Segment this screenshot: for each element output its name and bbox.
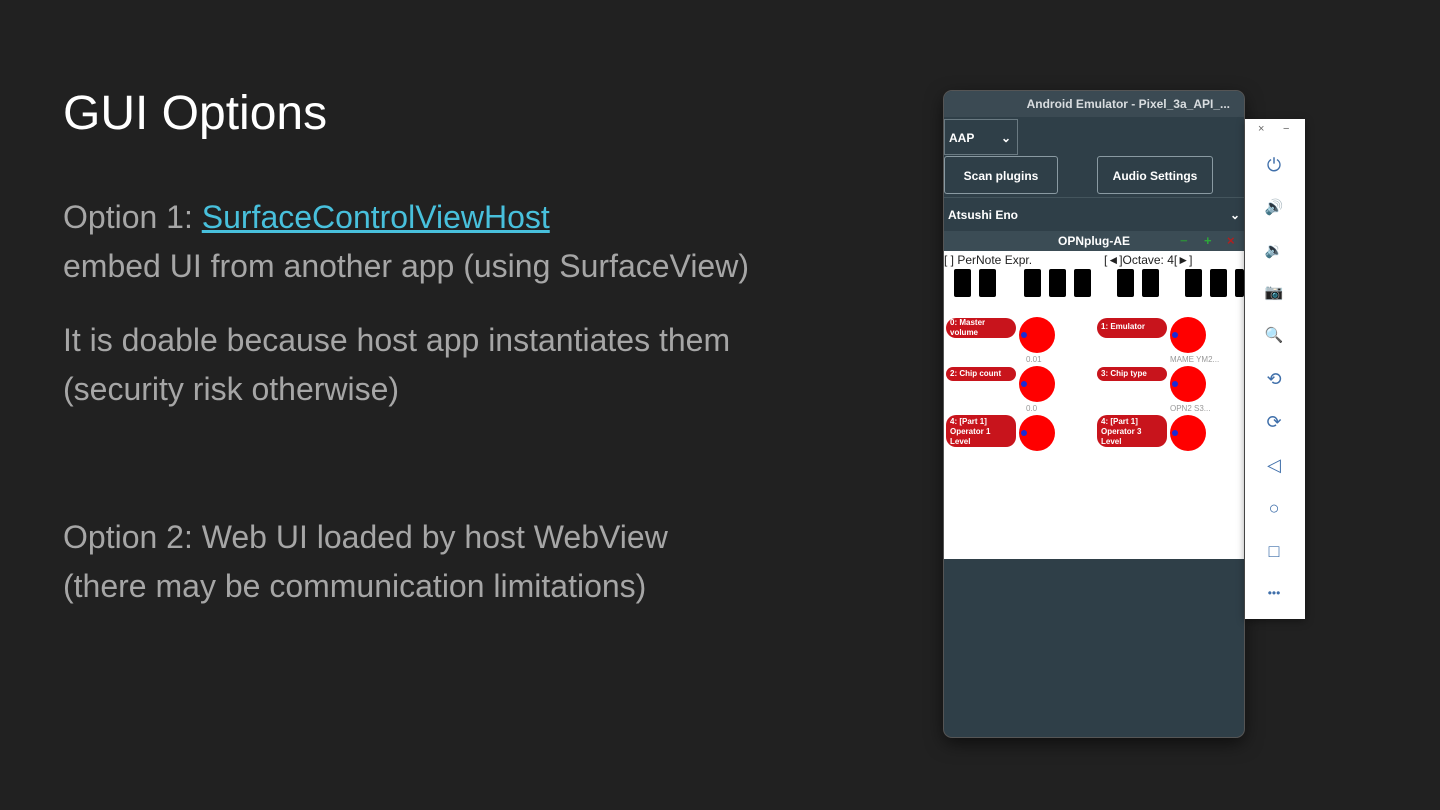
param-label: 2: Chip count (946, 367, 1016, 381)
surfacecontrolviewhost-link[interactable]: SurfaceControlViewHost (202, 199, 550, 235)
param-label: 1: Emulator (1097, 318, 1167, 338)
volume-down-icon[interactable]: 🔉 (1261, 238, 1287, 264)
rotate-right-icon[interactable]: ⟳ (1261, 409, 1287, 435)
scan-plugins-button[interactable]: Scan plugins (944, 156, 1058, 194)
param-label: 4: [Part 1] Operator 3 Level (1097, 415, 1167, 447)
per-note-expr-toggle[interactable]: [ ] PerNote Expr. (944, 253, 1032, 267)
plugin-selector-dropdown[interactable]: Atsushi Eno ⌄ (944, 197, 1244, 231)
more-icon[interactable]: ••• (1261, 580, 1287, 606)
toolbar-close-button[interactable]: × (1258, 123, 1264, 135)
option1-block: Option 1: SurfaceControlViewHost embed U… (63, 193, 749, 291)
doable-line1: It is doable because host app instantiat… (63, 322, 731, 358)
octave-selector[interactable]: [◄]Octave: 4[►] (1104, 253, 1192, 267)
toolbar-minimize-button[interactable]: − (1283, 123, 1289, 135)
knob-indicator (1021, 381, 1027, 387)
emulator-window: Android Emulator - Pixel_3a_API_... AAP … (944, 91, 1244, 737)
param-value: OPN2 S3... (1170, 404, 1211, 413)
rotate-left-icon[interactable]: ⟲ (1261, 366, 1287, 392)
param-value: MAME YM2... (1170, 355, 1220, 364)
zoom-icon[interactable]: 🔍 (1261, 323, 1287, 349)
param-label: 0: Master volume (946, 318, 1016, 338)
slide-title: GUI Options (63, 87, 328, 140)
piano-key[interactable] (1049, 269, 1066, 297)
camera-icon[interactable]: 📷 (1261, 280, 1287, 306)
knob-indicator (1021, 430, 1027, 436)
piano-key[interactable] (1142, 269, 1159, 297)
option1-prefix: Option 1: (63, 199, 202, 235)
audio-settings-button[interactable]: Audio Settings (1097, 156, 1213, 194)
plus-button[interactable]: + (1204, 231, 1212, 251)
plugin-header: OPNplug-AE − + × (944, 231, 1244, 251)
option2-block: Option 2: Web UI loaded by host WebView … (63, 513, 668, 611)
doable-block: It is doable because host app instantiat… (63, 316, 730, 414)
param-knob[interactable] (1019, 366, 1055, 402)
plugin-selector-value: Atsushi Eno (948, 208, 1019, 222)
emulator-title: Android Emulator - Pixel_3a_API_... (944, 91, 1244, 117)
piano-key[interactable] (1024, 269, 1041, 297)
chevron-down-icon: ⌄ (1229, 208, 1240, 222)
plugin-ui-area: [ ] PerNote Expr. [◄]Octave: 4[►] 0: Mas… (944, 251, 1244, 559)
host-selector-dropdown[interactable]: AAP ⌄ (944, 119, 1018, 155)
knob-indicator (1172, 430, 1178, 436)
piano-key[interactable] (1117, 269, 1134, 297)
emulator-toolbar: × − ⏻ 🔊 🔉 📷 🔍 ⟲ ⟳ ◁ ○ □ ••• (1245, 119, 1305, 619)
overview-icon[interactable]: □ (1261, 538, 1287, 564)
param-knob[interactable] (1170, 366, 1206, 402)
param-value: 0.01 (1026, 355, 1042, 364)
knob-indicator (1172, 332, 1178, 338)
power-icon[interactable]: ⏻ (1261, 152, 1287, 178)
piano-key[interactable] (1210, 269, 1227, 297)
option1-detail: embed UI from another app (using Surface… (63, 248, 749, 284)
piano-key[interactable] (1185, 269, 1202, 297)
volume-up-icon[interactable]: 🔊 (1261, 195, 1287, 221)
piano-key[interactable] (954, 269, 971, 297)
home-icon[interactable]: ○ (1261, 495, 1287, 521)
option2-line1: Option 2: Web UI loaded by host WebView (63, 519, 668, 555)
param-knob[interactable] (1019, 317, 1055, 353)
knob-indicator (1021, 332, 1027, 338)
knob-indicator (1172, 381, 1178, 387)
back-icon[interactable]: ◁ (1261, 452, 1287, 478)
doable-line2: (security risk otherwise) (63, 371, 400, 407)
param-label: 3: Chip type (1097, 367, 1167, 381)
plugin-name: OPNplug-AE (1058, 234, 1130, 248)
chevron-down-icon: ⌄ (1000, 131, 1011, 145)
close-plugin-button[interactable]: × (1227, 231, 1235, 251)
host-selector-value: AAP (949, 131, 975, 145)
piano-key[interactable] (1235, 269, 1244, 297)
param-label: 4: [Part 1] Operator 1 Level (946, 415, 1016, 447)
option2-line2: (there may be communication limitations) (63, 568, 647, 604)
param-value: 0.0 (1026, 404, 1038, 413)
piano-key[interactable] (979, 269, 996, 297)
param-knob[interactable] (1170, 317, 1206, 353)
param-knob[interactable] (1170, 415, 1206, 451)
piano-key[interactable] (1074, 269, 1091, 297)
param-knob[interactable] (1019, 415, 1055, 451)
minus-button[interactable]: − (1180, 231, 1188, 251)
